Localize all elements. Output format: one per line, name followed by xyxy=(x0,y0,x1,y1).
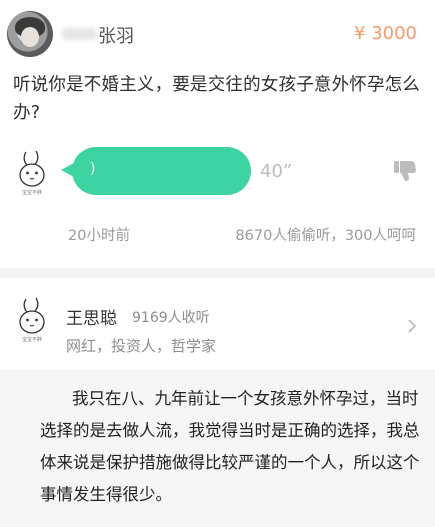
mascot-caption: 宝宝不胖 xyxy=(21,190,42,196)
question-text: 听说你是不婚主义，要是交往的女孩子意外怀孕怎么办? xyxy=(13,75,421,123)
blurred-name-prefix xyxy=(62,28,96,40)
posted-time: 20小时前 xyxy=(68,228,130,244)
answerer-name[interactable]: 王思聪 xyxy=(66,304,117,329)
answerer-row[interactable]: 宝宝不胖 王思聪 9169人收听 网红，投资人，哲学家 xyxy=(0,278,435,370)
thumbs-down-icon xyxy=(394,161,416,181)
answerer-mascot-avatar[interactable]: 宝宝不胖 xyxy=(15,149,49,196)
answer-transcript-section: 我只在八、九年前让一个女孩意外怀孕过，当时选择的是去做人流，我觉得当时是正确的选… xyxy=(0,370,435,527)
bunny-icon xyxy=(19,150,45,187)
section-divider xyxy=(0,268,435,278)
chevron-right-icon[interactable] xyxy=(407,318,417,333)
answerer-followers: 9169人收听 xyxy=(132,310,210,326)
asker-name[interactable]: 张羽 xyxy=(98,22,134,48)
bunny-icon xyxy=(19,297,45,334)
thumbs-down-button[interactable] xyxy=(393,160,417,182)
voice-duration: 40” xyxy=(260,161,293,182)
voice-answer-bubble[interactable]: ) xyxy=(72,147,251,195)
listen-stats: 8670人偷偷听，300人呵呵 xyxy=(235,228,416,244)
asker-avatar[interactable] xyxy=(7,11,53,57)
question-price: ¥ 3000 xyxy=(354,23,417,44)
sound-wave-icon: ) xyxy=(90,161,96,177)
answer-text: 我只在八、九年前让一个女孩意外怀孕过，当时选择的是去做人流，我觉得当时是正确的选… xyxy=(40,389,420,504)
mascot-caption: 宝宝不胖 xyxy=(21,337,42,343)
answerer-tags: 网红，投资人，哲学家 xyxy=(66,337,217,355)
answerer-avatar[interactable]: 宝宝不胖 xyxy=(15,296,49,343)
question-card: 张羽 ¥ 3000 听说你是不婚主义，要是交往的女孩子意外怀孕怎么办? 宝宝不胖… xyxy=(0,0,435,268)
